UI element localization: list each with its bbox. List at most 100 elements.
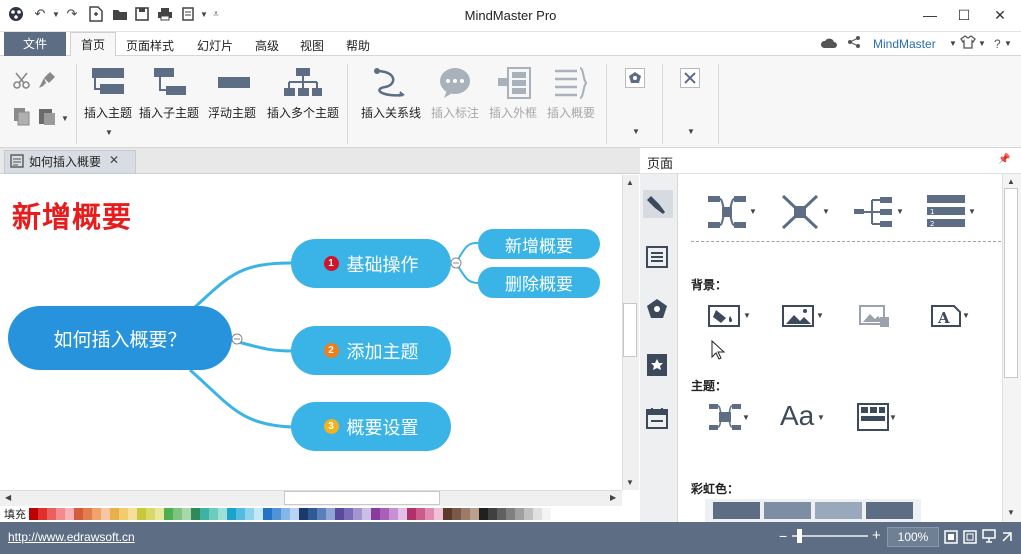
scroll-left-icon[interactable]: ◀ xyxy=(5,493,11,502)
color-swatch[interactable] xyxy=(299,508,308,520)
layout-list-dropdown-icon[interactable]: ▼ xyxy=(968,207,976,216)
layout-numbered-list-icon[interactable]: 12 xyxy=(927,194,965,233)
color-swatch[interactable] xyxy=(425,508,434,520)
color-swatch[interactable] xyxy=(515,508,524,520)
color-swatch[interactable] xyxy=(119,508,128,520)
skin-dropdown-icon[interactable]: ▼ xyxy=(978,39,986,48)
panel-scroll-thumb[interactable] xyxy=(1004,188,1018,378)
topic-summary-settings[interactable]: 3 概要设置 xyxy=(291,402,451,451)
close-tab-icon[interactable]: ✕ xyxy=(109,153,119,167)
color-swatch[interactable] xyxy=(290,508,299,520)
background-fill-dropdown-icon[interactable]: ▼ xyxy=(743,311,751,320)
color-swatch[interactable] xyxy=(542,508,551,520)
theme-color-dropdown-icon[interactable]: ▼ xyxy=(889,413,897,422)
topic-add-topic[interactable]: 2 添加主题 xyxy=(291,326,451,375)
rainbow-option-1[interactable] xyxy=(713,502,760,519)
skin-shirt-icon[interactable] xyxy=(960,35,976,52)
color-swatch[interactable] xyxy=(182,508,191,520)
vertical-scroll-thumb[interactable] xyxy=(623,303,637,357)
insert-summary-button[interactable]: 插入概要 xyxy=(547,104,595,121)
help-question-icon[interactable]: ? xyxy=(994,37,1001,51)
page-format-icon[interactable] xyxy=(643,190,673,218)
color-swatch[interactable] xyxy=(254,508,263,520)
color-swatch[interactable] xyxy=(479,508,488,520)
maximize-button[interactable]: ☐ xyxy=(952,6,976,24)
color-swatch[interactable] xyxy=(272,508,281,520)
file-menu-button[interactable]: 文件 xyxy=(4,32,66,56)
tab-page-style[interactable]: 页面样式 xyxy=(126,37,174,54)
color-swatch[interactable] xyxy=(533,508,542,520)
layout-tree-dropdown-icon[interactable]: ▼ xyxy=(896,207,904,216)
boundary-icon[interactable] xyxy=(496,66,532,103)
insert-multiple-topics-button[interactable]: 插入多个主题 xyxy=(267,104,339,121)
insert-icon-dropdown-icon[interactable]: ▼ xyxy=(632,127,640,136)
remove-background-icon[interactable] xyxy=(859,302,891,331)
color-swatch[interactable] xyxy=(29,508,38,520)
clipart-icon[interactable] xyxy=(645,298,669,323)
rainbow-option-2[interactable] xyxy=(764,502,811,519)
insert-subtopic-icon[interactable] xyxy=(152,66,188,103)
layout-icon-button[interactable] xyxy=(680,68,700,88)
insert-multiple-topics-icon[interactable] xyxy=(284,66,322,103)
theme-color-icon[interactable] xyxy=(857,403,889,434)
summary-icon[interactable] xyxy=(553,66,589,103)
insert-topic-icon[interactable] xyxy=(90,66,126,103)
outline-list-icon[interactable] xyxy=(646,246,668,271)
color-swatch[interactable] xyxy=(434,508,443,520)
panel-scroll-up-icon[interactable]: ▲ xyxy=(1007,177,1015,186)
layout-mindmap-dropdown-icon[interactable]: ▼ xyxy=(749,207,757,216)
marker-icon[interactable] xyxy=(646,353,668,380)
format-painter-icon[interactable] xyxy=(37,70,57,93)
color-swatch[interactable] xyxy=(245,508,254,520)
tab-home[interactable]: 首页 xyxy=(70,32,117,57)
paste-dropdown-icon[interactable]: ▼ xyxy=(61,114,69,123)
color-swatch[interactable] xyxy=(488,508,497,520)
website-link[interactable]: http://www.edrawsoft.cn xyxy=(8,530,135,544)
color-swatch[interactable] xyxy=(83,508,92,520)
insert-boundary-button[interactable]: 插入外框 xyxy=(489,104,537,121)
color-swatch[interactable] xyxy=(371,508,380,520)
color-swatch[interactable] xyxy=(470,508,479,520)
zoom-level-field[interactable]: 100% xyxy=(887,527,939,547)
horizontal-scroll-thumb[interactable] xyxy=(284,491,440,505)
subtopic-delete-summary[interactable]: 删除概要 xyxy=(478,267,600,298)
color-swatch[interactable] xyxy=(263,508,272,520)
scroll-up-icon[interactable]: ▲ xyxy=(626,178,634,187)
insert-subtopic-button[interactable]: 插入子主题 xyxy=(139,104,199,121)
color-swatch[interactable] xyxy=(65,508,74,520)
color-swatch[interactable] xyxy=(74,508,83,520)
subtopic-new-summary[interactable]: 新增概要 xyxy=(478,229,600,259)
theme-layout-icon[interactable] xyxy=(709,402,741,435)
central-topic[interactable]: 如何插入概要？ xyxy=(8,306,232,370)
color-swatch[interactable] xyxy=(335,508,344,520)
paste-icon[interactable] xyxy=(37,106,57,129)
color-swatch[interactable] xyxy=(380,508,389,520)
theme-font-dropdown-icon[interactable]: ▼ xyxy=(817,413,825,422)
color-swatch[interactable] xyxy=(317,508,326,520)
color-swatch[interactable] xyxy=(146,508,155,520)
tab-slideshow[interactable]: 幻灯片 xyxy=(197,37,233,54)
color-swatch[interactable] xyxy=(443,508,452,520)
color-swatch[interactable] xyxy=(47,508,56,520)
color-swatch[interactable] xyxy=(344,508,353,520)
color-swatch[interactable] xyxy=(326,508,335,520)
panel-scroll-down-icon[interactable]: ▼ xyxy=(1007,508,1015,517)
close-button[interactable]: ✕ xyxy=(988,6,1012,24)
zoom-out-button[interactable]: − xyxy=(779,528,787,544)
color-swatch[interactable] xyxy=(353,508,362,520)
insert-callout-button[interactable]: 插入标注 xyxy=(431,104,479,121)
callout-icon[interactable] xyxy=(438,66,472,103)
pin-panel-icon[interactable]: 📌 xyxy=(998,154,1010,165)
color-swatch[interactable] xyxy=(227,508,236,520)
color-swatch[interactable] xyxy=(137,508,146,520)
watermark-dropdown-icon[interactable]: ▼ xyxy=(962,311,970,320)
theme-layout-dropdown-icon[interactable]: ▼ xyxy=(742,413,750,422)
zoom-slider-handle[interactable] xyxy=(797,529,802,543)
floating-topic-icon[interactable] xyxy=(216,66,252,103)
presentation-icon[interactable] xyxy=(982,529,996,546)
topic-basic-operations[interactable]: 1 基础操作 xyxy=(291,239,451,288)
layout-radial-icon[interactable] xyxy=(781,194,819,233)
account-name-link[interactable]: MindMaster xyxy=(873,37,936,51)
fullscreen-icon[interactable] xyxy=(963,530,977,547)
color-swatch[interactable] xyxy=(173,508,182,520)
